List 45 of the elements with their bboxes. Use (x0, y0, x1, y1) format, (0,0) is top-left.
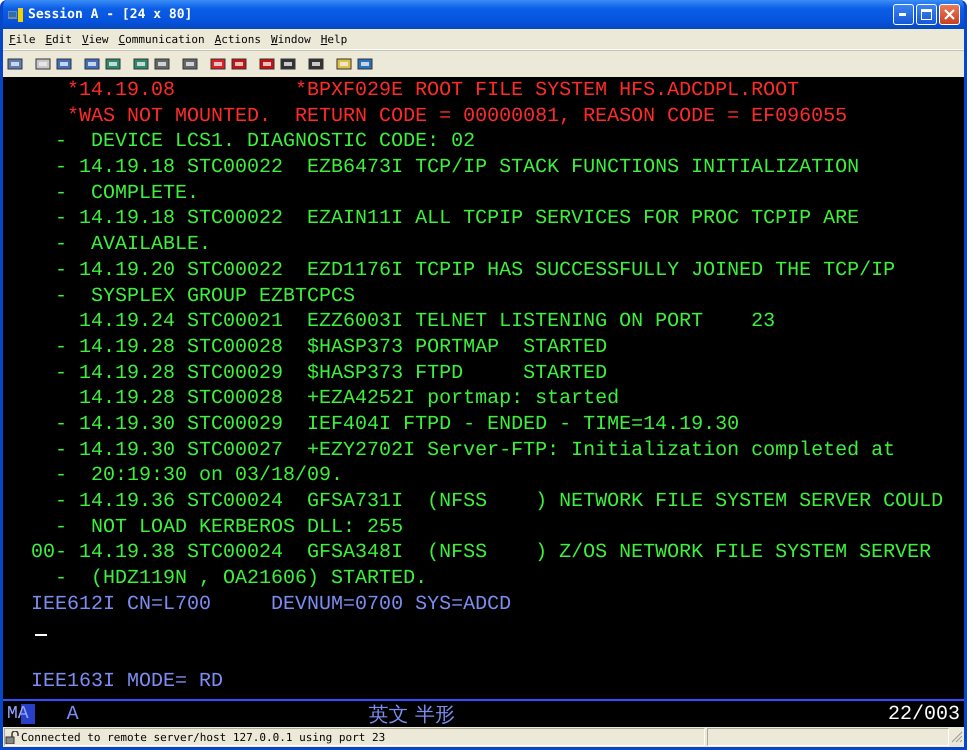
lock-icon (5, 730, 19, 744)
terminal-line: - 14.19.30 STC00029 IEF404I FTPD - ENDED - TIME=14.19.30 (54, 412, 740, 436)
terminal-line: *14.19.08 *BPXF029E ROOT FILE SYSTEM HFS.ADCDPL.ROOT (66, 79, 800, 102)
maximize-icon (921, 9, 932, 20)
terminal-line: 00- 14.19.38 STC00024 GFSA348I (NFSS ) Z/OS NETWORK FILE SYSTEM SERVER (30, 541, 932, 564)
connection-indicator: A (66, 702, 79, 726)
text-cursor (35, 634, 47, 636)
menu-item[interactable]: View (82, 32, 108, 46)
close-icon (944, 9, 955, 20)
terminal-line: - 20:19:30 on 03/18/09. (54, 464, 344, 488)
terminal-line: - 14.19.20 STC00022 EZD1176I TCPIP HAS SUCCESSFULLY JOINED THE TCP/IP (54, 258, 896, 282)
menu-item[interactable]: Edit (46, 32, 72, 46)
terminal-line: - COMPLETE. (54, 182, 200, 205)
menu-item[interactable]: Window (270, 32, 311, 46)
close-button[interactable] (939, 4, 960, 25)
menu-item[interactable]: Help (320, 32, 348, 46)
maximize-button[interactable] (916, 4, 937, 25)
input-mode: 英文 半形 (368, 700, 455, 728)
menu-item[interactable]: Actions (214, 32, 261, 46)
resize-grip-icon (951, 731, 963, 743)
terminal-line: *WAS NOT MOUNTED. RETURN CODE = 00000081, REASON CODE = EF096055 (66, 104, 848, 128)
terminal-line: - 14.19.28 STC00029 $HASP373 FTPD STARTED (54, 362, 608, 385)
minimize-icon (899, 13, 908, 16)
terminal-line: - 14.19.18 STC00022 EZB6473I TCP/IP STACK FUNCTIONS INITIALIZATION (54, 156, 860, 180)
terminal-line: - SYSPLEX GROUP EZBTCPCS (54, 284, 356, 308)
cursor-position: 22/003 (888, 702, 960, 726)
terminal-line: IEE612I CN=L700 DEVNUM=0700 SYS=ADCD (30, 592, 512, 616)
terminal-line: - DEVICE LCS1. DIAGNOSTIC CODE: 02 (54, 130, 476, 154)
terminal-line: - 14.19.28 STC00028 $HASP373 PORTMAP STARTED (54, 336, 608, 359)
terminal-line: - (HDZ119N , OA21606) STARTED. (54, 567, 428, 590)
terminal-line: - NOT LOAD KERBEROS DLL: 255 (54, 516, 404, 539)
window-title: Session A - [24 x 80] (28, 7, 194, 22)
menu-item[interactable]: File (9, 32, 36, 46)
display-icon[interactable] (6, 56, 24, 72)
terminal-icon (8, 8, 24, 22)
terminal-line: 14.19.24 STC00021 EZZ6003I TELNET LISTENING ON PORT 23 (78, 310, 776, 334)
status-message: Connected to remote server/host 127.0.0.1 using port 23 (21, 730, 386, 744)
menu-item[interactable]: Communication (118, 32, 205, 46)
terminal-line: - 14.19.18 STC00022 EZAIN11I ALL TCPIP SERVICES FOR PROC TCPIP ARE (54, 207, 860, 230)
terminal-line: - 14.19.36 STC00024 GFSA731I (NFSS ) NETWORK FILE SYSTEM SERVER COULD (54, 490, 944, 513)
terminal-line: - 14.19.30 STC00027 +EZY2702I Server-FTP: Initialization completed at (54, 438, 896, 462)
terminal-line: - AVAILABLE. (54, 233, 212, 256)
terminal-line: 14.19.28 STC00028 +EZA4252I portmap: started (78, 387, 620, 410)
minimize-button[interactable] (893, 4, 914, 25)
terminal-line: IEE163I MODE= RD (30, 670, 224, 693)
